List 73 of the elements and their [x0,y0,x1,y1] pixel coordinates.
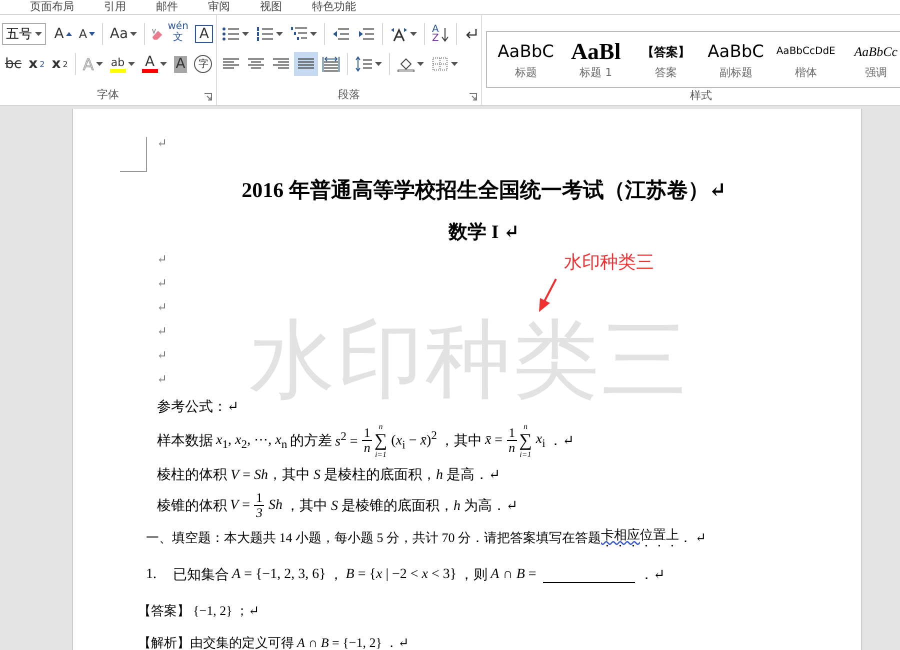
ribbon-tab[interactable]: 视图 [260,0,312,14]
paragraph-mark: ↵ [157,134,168,152]
paragraph-mark: ↵ [157,298,168,316]
border-grid-icon [431,56,449,72]
down-triangle-icon [89,32,96,36]
caret-icon [35,32,42,36]
group-label: 样式 [690,88,712,104]
analysis-line: 【解析】由交集的定义可得 A ∩ B = {−1, 2} ．↵ [138,634,409,650]
ribbon-tab[interactable]: 审阅 [208,0,260,14]
answer-line: 【答案】 {−1, 2} ；↵ [138,602,260,620]
style-item[interactable]: AaBbC 标题 [490,32,561,87]
caret-icon [310,32,317,36]
highlight-button[interactable]: ab [106,52,138,76]
grow-font-button[interactable]: A [51,22,75,46]
multilevel-list-icon [290,26,308,42]
caret-icon [417,62,424,66]
change-case-button[interactable]: Aa [106,22,140,46]
group-label: 字体 [97,87,119,103]
font-size-dropdown[interactable]: 五号 [2,23,46,45]
caret-icon [130,32,138,36]
group-label: 段落 [338,87,360,103]
document-subtitle: 数学 I ↵ [448,221,520,245]
caret-icon [128,62,135,66]
paragraph: 棱柱的体积 V = Sh，其中 S 是棱柱的底面积，h 是高．↵ [157,466,500,484]
shrink-font-button[interactable]: A [76,22,98,46]
paragraph-mark: ↵ [157,370,168,388]
document-title: 2016 年普通高等学校招生全国统一考试（江苏卷）↵ [242,177,726,204]
style-item[interactable]: AaBl 标题 1 [560,32,631,87]
caret-icon [242,32,249,36]
letter-shape-arrows-icon [390,26,408,42]
line-spacing-icon [355,56,373,72]
caret-icon [375,62,382,66]
down-arrow-icon [440,26,449,42]
paragraph-mark: ↵ [157,250,168,268]
strikethrough-button[interactable]: bc [2,52,25,76]
ribbon-tab[interactable]: 特色功能 [312,0,386,14]
font-color-button[interactable]: A [138,52,170,76]
up-triangle-icon [66,32,72,36]
annotation-arrow [536,278,558,314]
margin-corner-mark [120,137,147,172]
superscript-button[interactable]: x$^{2}$ [48,52,71,76]
paragraph-mark: ↵ [157,322,168,340]
justify-button[interactable] [294,52,318,76]
style-item[interactable]: 【答案】 答案 [630,32,701,87]
paragraph-mark: ↵ [157,346,168,364]
return-arrow-icon [464,27,478,41]
annotation-label: 水印种类三 [564,251,654,274]
section-heading: 一、填空题：本大题共 14 小题，每小题 5 分，共计 70 分．请把答案填写在答题卡相应位置上． ↵ [146,526,706,547]
ribbon-tab[interactable]: 引用 [104,0,156,14]
caret-icon [160,62,167,66]
paragraph: 参考公式：↵ [157,398,239,416]
bullet-list-icon [222,26,240,42]
character-shading-button[interactable]: A [170,52,190,76]
paragraph-mark: ↵ [157,274,168,292]
caret-icon [96,62,103,66]
caret-icon [276,32,283,36]
caret-icon [451,62,458,66]
numbered-list-icon [256,26,274,42]
style-item[interactable]: AaBbCc 强调 [840,32,900,87]
style-item[interactable]: AaBbCcDdE 楷体 [770,32,841,87]
style-item[interactable]: AaBbC 副标题 [700,32,771,87]
outdent-icon [332,26,350,42]
caret-icon [410,32,417,36]
phonetic-guide-button[interactable]: wén 文 [164,22,192,46]
ribbon-tab[interactable]: 邮件 [156,0,208,14]
distributed-icon [322,56,340,72]
indent-icon [357,26,375,42]
dialog-launcher-icon[interactable] [468,93,477,101]
dialog-launcher-icon[interactable] [204,93,212,101]
paint-bucket-icon [397,56,415,72]
sort-button[interactable]: A Z [429,22,452,46]
ribbon-tab[interactable]: 页面布局 [30,0,104,14]
question-text: 1. 已知集合 A = {−1, 2, 3, 6} ， B = {x | −2 < x < 3} ，则 A ∩ B = ．↵ [146,566,666,585]
